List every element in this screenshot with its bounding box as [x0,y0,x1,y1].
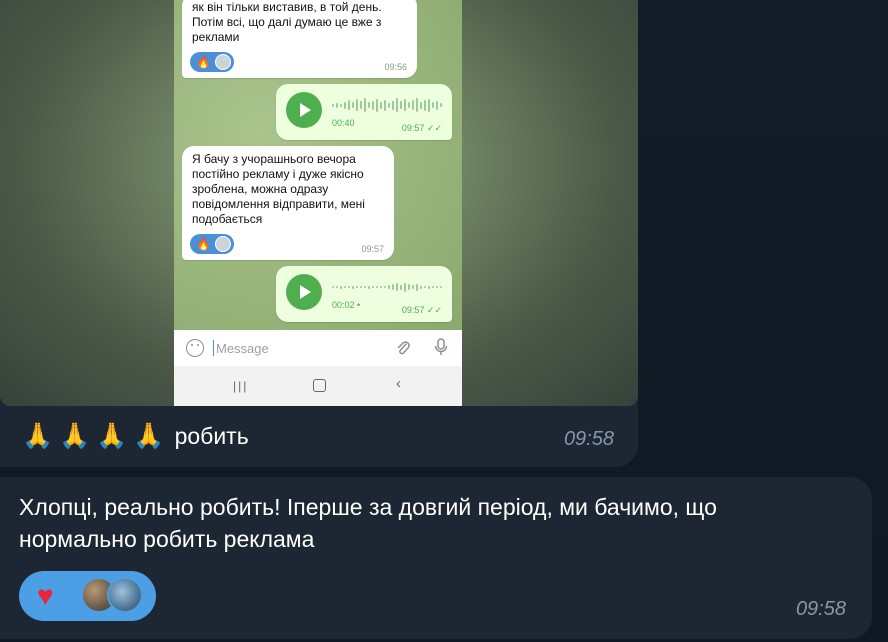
avatar [214,236,231,252]
photo-caption: 🙏 🙏 🙏 🙏 робить [22,418,249,454]
bubble-line: Потім всі, що далі думаю це вже з [192,15,382,29]
message-time: 09:58 [795,598,846,620]
voice-duration: 00:40 [332,118,355,128]
bubble-time-value: 09:57 [401,305,425,315]
voice-duration: 00:02 • [332,300,361,310]
waveform [332,278,446,296]
heart-reaction-button[interactable]: ♥ [19,571,156,621]
recent-apps-icon: ||| [233,379,249,393]
phone-chat-area: як він тільки виставив, в той день. Поті… [174,0,462,330]
bubble-line: повідомлення відправити, мені [192,197,365,211]
text-cursor [213,340,214,356]
bubble-time: 09:57 [361,244,384,254]
waveform [332,96,446,114]
caption-text: робить [174,422,249,449]
fire-icon: 🔥 [196,55,211,69]
bubble-line: реклами [192,30,240,44]
android-nav-bar: ||| ‹ [174,366,462,406]
bubble-time: 09:56 [384,62,407,72]
bubble-text: як він тільки виставив, в той день. Поті… [192,0,382,45]
bubble-time: 09:57 ✓✓ [401,123,442,133]
bubble-time-value: 09:57 [401,123,425,133]
avatar [214,54,231,70]
message-line: нормально робить реклама [19,526,315,552]
pray-emoji: 🙏 [96,422,128,450]
smile-icon [186,339,204,357]
play-icon [286,92,322,128]
home-icon [313,379,326,392]
reaction-avatars [81,577,153,615]
text-message[interactable]: Хлопці, реально робить! Іперше за довгий… [0,477,872,639]
message-input-bar: Message [174,330,462,366]
fire-icon: 🔥 [196,237,211,251]
bubble-line: подобається [192,212,263,226]
incoming-bubble: як він тільки виставив, в той день. Поті… [182,0,417,78]
bubble-line: зроблена, можна одразу [192,182,329,196]
outgoing-voice-bubble: 00:40 09:57 ✓✓ [276,84,452,140]
fire-reaction: 🔥 [190,52,234,72]
message-time: 09:58 [563,428,614,450]
message-text: Хлопці, реально робить! Іперше за довгий… [19,491,859,555]
pray-emoji: 🙏 [22,422,54,450]
phone-screenshot: як він тільки виставив, в той день. Поті… [174,0,462,406]
screenshot-photo[interactable]: як він тільки виставив, в той день. Поті… [0,0,638,406]
avatar [107,577,143,613]
message-placeholder: Message [216,341,269,356]
bubble-text: Я бачу з учорашнього вечора постійно рек… [192,152,365,227]
photo-message[interactable]: як він тільки виставив, в той день. Поті… [0,0,638,467]
fire-reaction: 🔥 [190,234,234,254]
incoming-bubble: Я бачу з учорашнього вечора постійно рек… [182,146,394,260]
back-icon: ‹ [396,375,401,392]
paperclip-icon [396,339,410,357]
outgoing-voice-bubble: 00:02 • 09:57 ✓✓ [276,266,452,322]
microphone-icon [434,338,448,361]
bubble-line: Я бачу з учорашнього вечора [192,152,356,166]
play-icon [286,274,322,310]
heart-icon: ♥ [37,580,54,611]
message-line: Хлопці, реально робить! Іперше за довгий… [19,494,717,520]
bubble-line: постійно рекламу і дуже якісно [192,167,364,181]
bubble-line: як він тільки виставив, в той день. [192,0,382,14]
pray-emoji: 🙏 [133,422,165,450]
bubble-time: 09:57 ✓✓ [401,305,442,315]
pray-emoji: 🙏 [59,422,91,450]
